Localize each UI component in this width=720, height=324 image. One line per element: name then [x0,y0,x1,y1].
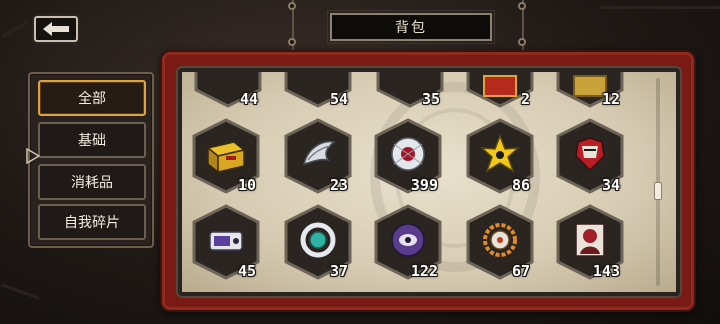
orange-gear-ring-icon [483,223,517,257]
item-count: 23 [329,176,348,194]
back-button[interactable] [34,16,78,42]
item-row-partial: 44 54 35 2 12 [182,72,652,110]
item-count: 10 [237,176,256,194]
background-pipe [0,283,40,300]
item-count: 34 [601,176,620,194]
item-count: 122 [410,262,438,280]
page-title: 背包 [327,10,495,44]
inventory-item[interactable]: 35 [374,72,446,108]
teal-ring-icon [300,222,336,258]
inventory-item[interactable]: 37 [282,204,354,280]
inventory-item[interactable]: 67 [464,204,536,280]
item-count: 35 [421,90,440,108]
item-count: 37 [329,262,348,280]
inventory-item[interactable]: 23 [282,118,354,194]
hanger-knob [518,38,526,46]
crimson-eye-orb-icon [391,137,425,171]
item-count: 67 [511,262,530,280]
item-count: 54 [329,90,348,108]
play-arrow-icon [26,148,40,164]
tab-all[interactable]: 全部 [38,80,146,116]
inventory-item[interactable]: 34 [554,118,626,194]
purple-mask-orb-icon [391,223,425,257]
inventory-item[interactable]: 10 [190,118,262,194]
purple-device-icon [209,231,243,251]
tab-consumables[interactable]: 消耗品 [38,164,146,200]
tab-basic[interactable]: 基础 [38,122,146,158]
arrow-left-icon [43,22,69,36]
background-pipe [600,6,720,9]
hanger-knob [288,38,296,46]
item-count: 86 [511,176,530,194]
inventory-item[interactable]: 399 [372,118,444,194]
inventory-item[interactable]: 44 [192,72,264,108]
tab-ego-shards[interactable]: 自我碎片 [38,204,146,240]
inventory-item[interactable]: 86 [464,118,536,194]
background-pipe [1,20,29,39]
item-scrollbar-thumb[interactable] [654,182,662,200]
inventory-item[interactable]: 12 [554,72,626,108]
item-count: 44 [239,90,258,108]
item-count: 399 [410,176,438,194]
hanger-knob [518,2,526,10]
crimson-portrait-icon [575,223,605,257]
inventory-item[interactable]: 45 [190,204,262,280]
hanger-knob [288,2,296,10]
red-armor-icon [575,137,605,172]
silver-wing-icon [302,140,336,166]
item-count: 12 [601,90,620,108]
yellow-star-burst-icon [480,134,520,173]
item-count: 143 [592,262,620,280]
yellow-supply-box-icon [206,141,246,174]
inventory-item[interactable]: 122 [372,204,444,280]
inventory-item[interactable]: 2 [464,72,536,108]
item-count: 2 [520,90,530,108]
item-count: 45 [237,262,256,280]
inventory-item[interactable]: 143 [554,204,626,280]
inventory-item[interactable]: 54 [282,72,354,108]
